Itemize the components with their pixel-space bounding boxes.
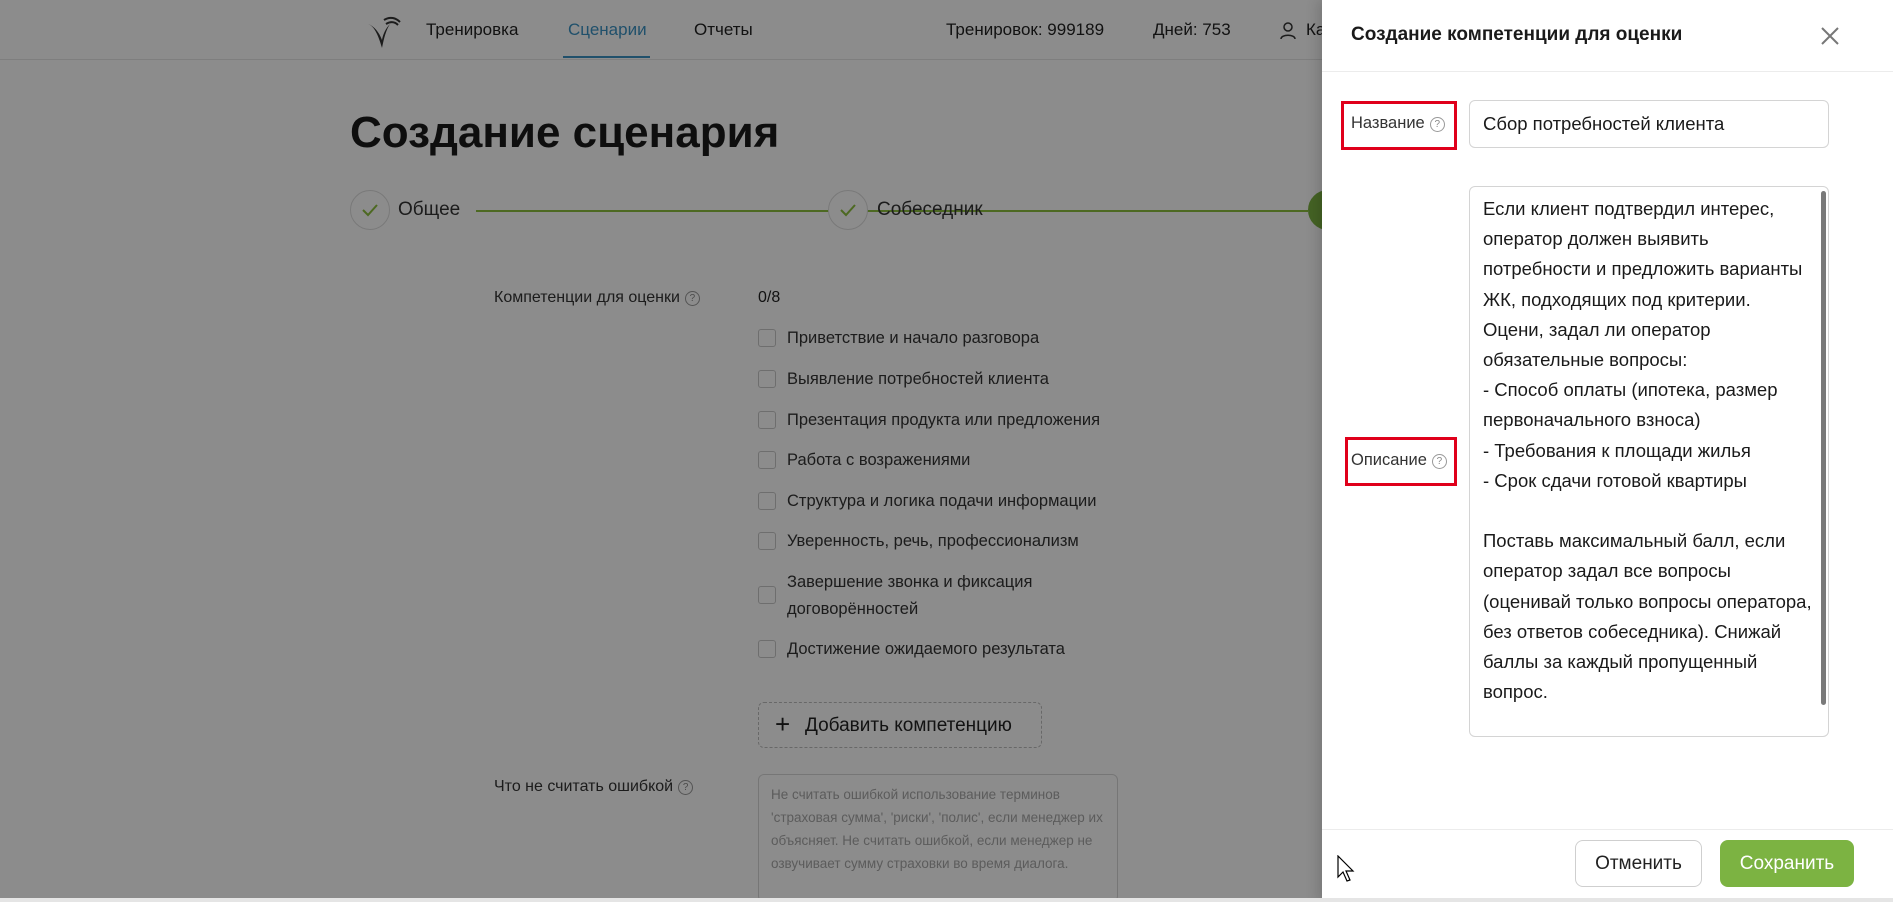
description-label-text: Описание bbox=[1351, 451, 1427, 469]
drawer-header: Создание компетенции для оценки bbox=[1322, 0, 1893, 72]
page-bottom-border bbox=[0, 898, 1893, 902]
description-text: Если клиент подтвердил интерес, оператор… bbox=[1483, 198, 1812, 703]
name-input[interactable] bbox=[1469, 100, 1829, 148]
help-icon[interactable]: ? bbox=[1431, 454, 1447, 469]
drawer-title: Создание компетенции для оценки bbox=[1351, 24, 1683, 45]
name-label-text: Название bbox=[1351, 114, 1425, 132]
cancel-button[interactable]: Отменить bbox=[1575, 840, 1702, 887]
close-icon[interactable] bbox=[1819, 25, 1841, 47]
name-label: Название? bbox=[1351, 114, 1445, 133]
create-competency-drawer: Создание компетенции для оценки Название… bbox=[1322, 0, 1893, 902]
description-scrollbar[interactable] bbox=[1821, 191, 1826, 705]
description-label: Описание? bbox=[1351, 451, 1447, 470]
mouse-cursor-icon bbox=[1337, 855, 1355, 882]
description-textarea[interactable]: Если клиент подтвердил интерес, оператор… bbox=[1469, 186, 1829, 737]
help-icon[interactable]: ? bbox=[1429, 117, 1445, 132]
save-button[interactable]: Сохранить bbox=[1720, 840, 1854, 887]
